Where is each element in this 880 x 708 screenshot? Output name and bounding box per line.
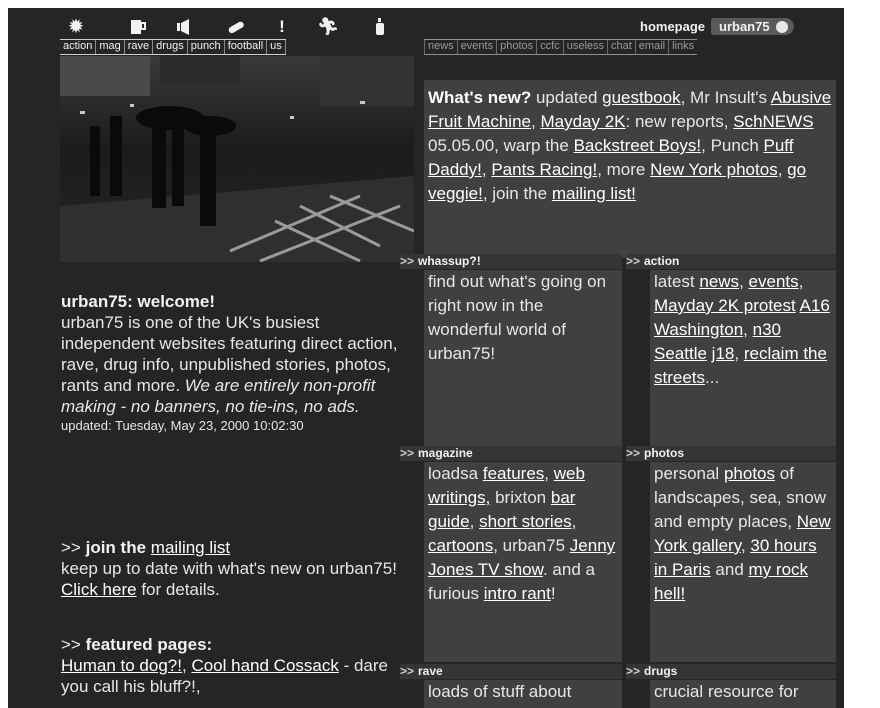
magazine-header: >> magazine: [400, 446, 622, 461]
whassup-body: find out what's going on right now in th…: [424, 270, 622, 446]
nav-item-rave[interactable]: rave: [125, 40, 154, 54]
cool-hand-cossack-link[interactable]: Cool hand Cossack: [191, 656, 338, 675]
events-link[interactable]: events: [749, 272, 799, 291]
featured-heading: >> featured pages:: [61, 635, 213, 654]
circle-icon: [775, 20, 788, 33]
main-nav: action mag rave drugs punch football us: [60, 39, 286, 55]
homepage-link[interactable]: homepage: [640, 19, 705, 34]
mayday-protest-link[interactable]: Mayday 2K protest: [654, 296, 796, 315]
subnav-item-events[interactable]: events: [456, 40, 496, 54]
nav-item-mag[interactable]: mag: [96, 40, 125, 54]
exclamation-icon[interactable]: !: [272, 16, 292, 38]
mailing-list-link[interactable]: mailing list: [151, 538, 230, 557]
whats-new-title: What's new?: [428, 88, 532, 107]
backstreet-boys-link[interactable]: Backstreet Boys!: [574, 136, 702, 155]
subnav-item-chat[interactable]: chat: [607, 40, 635, 54]
click-here-link[interactable]: Click here: [61, 580, 137, 599]
mailing-block: >> join the mailing list keep up to date…: [61, 537, 401, 600]
drugs-body: crucial resource for: [650, 680, 836, 708]
cartoons-link[interactable]: cartoons: [428, 536, 493, 555]
mailing-text: keep up to date with what's new on urban…: [61, 559, 397, 599]
page: ✹ ! 🏃︎ action mag rave drugs punch footb…: [8, 8, 844, 708]
subnav-item-news[interactable]: news: [424, 40, 457, 54]
guestbook-link[interactable]: guestbook: [602, 88, 680, 107]
featured-text: Human to dog?!, Cool hand Cossack - dare…: [61, 656, 389, 696]
nav-item-drugs[interactable]: drugs: [153, 40, 188, 54]
updated-timestamp: updated: Tuesday, May 23, 2000 10:02:30: [61, 418, 304, 433]
pants-racing-link[interactable]: Pants Racing!: [491, 160, 597, 179]
mug-icon[interactable]: [128, 16, 148, 38]
human-to-dog-link[interactable]: Human to dog?!: [61, 656, 182, 675]
subnav-item-useless[interactable]: useless: [562, 40, 607, 54]
sub-nav: news events photos ccfc useless chat ema…: [424, 39, 698, 55]
subnav-item-email[interactable]: email: [634, 40, 668, 54]
bottle-icon[interactable]: [370, 16, 390, 38]
welcome-text: urban75 is one of the UK's busiest indep…: [61, 313, 398, 416]
short-stories-link[interactable]: short stories: [479, 512, 572, 531]
action-body: latest news, events, Mayday 2K protest A…: [650, 270, 836, 446]
drugs-header: >> drugs: [626, 664, 836, 679]
mailing-heading: >> join the mailing list: [61, 538, 231, 557]
home-bar: homepage urban75: [640, 18, 794, 35]
mailing-list-link-2[interactable]: mailing list!: [552, 184, 636, 203]
subnav-item-ccfc[interactable]: ccfc: [536, 40, 563, 54]
photos-header: >> photos: [626, 446, 836, 461]
whats-new-text: What's new? updated guestbook, Mr Insult…: [428, 88, 832, 203]
urban75-tab-label: urban75: [719, 19, 770, 34]
featured-block: >> featured pages: Human to dog?!, Cool …: [61, 634, 401, 697]
intro-rant-link[interactable]: intro rant: [484, 584, 551, 603]
rave-body: loads of stuff about: [424, 680, 622, 708]
whats-new-box: What's new? updated guestbook, Mr Insult…: [424, 80, 836, 258]
mayday-link[interactable]: Mayday 2K: [540, 112, 625, 131]
nav-item-football[interactable]: football: [225, 40, 268, 54]
action-header: >> action: [626, 254, 836, 269]
nav-item-action[interactable]: action: [60, 40, 97, 54]
j18-link[interactable]: j18: [712, 344, 735, 363]
photos-body: personal photos of landscapes, sea, snow…: [650, 462, 836, 662]
new-york-photos-link[interactable]: New York photos: [650, 160, 778, 179]
whassup-header: >> whassup?!: [400, 254, 622, 269]
welcome-title: urban75: welcome!: [61, 292, 215, 311]
welcome-block: urban75: welcome! urban75 is one of the …: [61, 291, 401, 435]
pill-icon[interactable]: [226, 16, 246, 38]
rave-header: >> rave: [400, 664, 622, 679]
speaker-icon[interactable]: [174, 16, 194, 38]
magazine-body: loadsa features, web writings, brixton b…: [424, 462, 622, 662]
photos-link[interactable]: photos: [724, 464, 775, 483]
subnav-item-photos[interactable]: photos: [496, 40, 536, 54]
subnav-item-links[interactable]: links: [668, 40, 697, 54]
runner-icon[interactable]: 🏃︎: [317, 16, 339, 38]
nav-item-punch[interactable]: punch: [188, 40, 225, 54]
schnews-link[interactable]: SchNEWS: [733, 112, 813, 131]
news-link[interactable]: news: [699, 272, 739, 291]
features-link[interactable]: features: [483, 464, 544, 483]
nav-item-us[interactable]: us: [267, 40, 286, 54]
sun-icon[interactable]: ✹: [66, 16, 86, 38]
hero-photo: [60, 56, 414, 262]
urban75-tab[interactable]: urban75: [711, 18, 794, 35]
